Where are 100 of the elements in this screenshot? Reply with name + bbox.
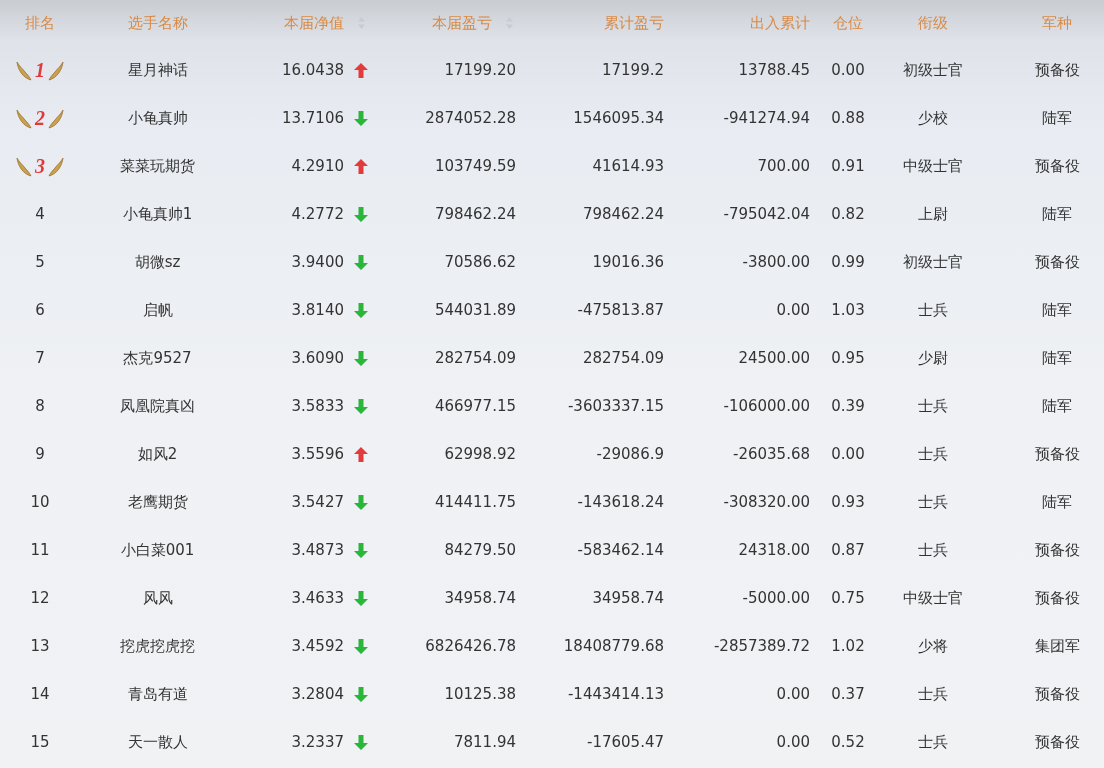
in-out-value: -26035.68 xyxy=(733,445,810,463)
branch-value: 预备役 xyxy=(1034,60,1080,80)
grade-value: 中级士官 xyxy=(903,588,963,608)
grade-value: 士兵 xyxy=(918,396,948,416)
position-value: 0.37 xyxy=(831,685,865,703)
grade-value: 初级士官 xyxy=(903,60,963,80)
position-value: 0.93 xyxy=(831,493,865,511)
total-profit-value: 34958.74 xyxy=(592,589,664,607)
net-value: 4.2910 xyxy=(291,157,344,175)
in-out-value: 24318.00 xyxy=(738,541,810,559)
position-value: 0.39 xyxy=(831,397,865,415)
net-value: 3.9400 xyxy=(291,253,344,271)
grade-value: 士兵 xyxy=(918,300,948,320)
player-name: 小龟真帅 xyxy=(127,108,188,128)
net-value: 3.4592 xyxy=(291,637,344,655)
profit-value: 414411.75 xyxy=(434,493,516,511)
in-out-value: -5000.00 xyxy=(742,589,810,607)
player-name: 凤凰院真凶 xyxy=(120,396,195,416)
branch-value: 预备役 xyxy=(1034,156,1080,176)
player-name: 天一散人 xyxy=(127,732,188,752)
rank-number: 11 xyxy=(30,541,50,559)
profit-value: 103749.59 xyxy=(434,157,516,175)
position-value: 0.95 xyxy=(831,349,865,367)
branch-value: 陆军 xyxy=(1042,396,1072,416)
profit-value: 466977.15 xyxy=(434,397,516,415)
in-out-value: 0.00 xyxy=(776,733,810,751)
total-profit-value: 798462.24 xyxy=(582,205,664,223)
player-name: 杰克9527 xyxy=(123,348,192,368)
in-out-value: -795042.04 xyxy=(723,205,810,223)
column-header: 衔级 xyxy=(918,13,948,33)
player-name: 小龟真帅1 xyxy=(122,204,193,224)
column-header: 选手名称 xyxy=(127,13,188,33)
position-value: 0.00 xyxy=(831,61,865,79)
grade-value: 士兵 xyxy=(918,540,948,560)
total-profit-value: 19016.36 xyxy=(592,253,664,271)
column-header: 仓位 xyxy=(833,13,863,33)
branch-value: 集团军 xyxy=(1034,636,1080,656)
grade-value: 士兵 xyxy=(918,684,948,704)
branch-value: 预备役 xyxy=(1034,444,1080,464)
column-header: 出入累计 xyxy=(750,13,810,33)
grade-value: 少将 xyxy=(918,636,948,656)
in-out-value: 700.00 xyxy=(757,157,810,175)
grade-value: 士兵 xyxy=(918,444,948,464)
column-header: 军种 xyxy=(1042,13,1072,33)
total-profit-value: 41614.93 xyxy=(592,157,664,175)
position-value: 0.99 xyxy=(831,253,865,271)
player-name: 青岛有道 xyxy=(127,684,188,704)
profit-value: 34958.74 xyxy=(444,589,516,607)
player-name: 老鹰期货 xyxy=(127,492,188,512)
rank-number: 7 xyxy=(35,349,45,367)
rank-number: 8 xyxy=(35,397,45,415)
branch-value: 预备役 xyxy=(1034,684,1080,704)
rank-number: 6 xyxy=(35,301,45,319)
column-header: 排名 xyxy=(25,13,55,33)
profit-value: 84279.50 xyxy=(444,541,516,559)
in-out-value: -106000.00 xyxy=(723,397,810,415)
rank-number: 9 xyxy=(35,445,45,463)
position-value: 1.03 xyxy=(831,301,865,319)
grade-value: 少校 xyxy=(918,108,948,128)
column-header: 本届净值 xyxy=(284,13,344,33)
total-profit-value: 18408779.68 xyxy=(563,637,664,655)
profit-value: 17199.20 xyxy=(444,61,516,79)
profit-value: 282754.09 xyxy=(434,349,516,367)
player-name: 启帆 xyxy=(142,300,173,320)
net-value: 3.4873 xyxy=(291,541,344,559)
position-value: 0.91 xyxy=(831,157,865,175)
rank-number: 10 xyxy=(30,493,50,511)
in-out-value: 13788.45 xyxy=(738,61,810,79)
total-profit-value: 17199.2 xyxy=(601,61,664,79)
rank-number: 13 xyxy=(30,637,50,655)
total-profit-value: -3603337.15 xyxy=(567,397,664,415)
total-profit-value: 282754.09 xyxy=(582,349,664,367)
rank-number: 1 xyxy=(35,58,45,82)
rank-number: 15 xyxy=(30,733,50,751)
grade-value: 上尉 xyxy=(918,204,948,224)
player-name: 如风2 xyxy=(137,444,178,464)
player-name: 挖虎挖虎挖 xyxy=(120,636,195,656)
player-name: 胡微sz xyxy=(134,252,181,272)
in-out-value: -3800.00 xyxy=(742,253,810,271)
total-profit-value: 1546095.34 xyxy=(573,109,664,127)
profit-value: 10125.38 xyxy=(444,685,516,703)
position-value: 0.87 xyxy=(831,541,865,559)
net-value: 3.4633 xyxy=(291,589,344,607)
branch-value: 陆军 xyxy=(1042,348,1072,368)
branch-value: 陆军 xyxy=(1042,204,1072,224)
total-profit-value: -1443414.13 xyxy=(567,685,664,703)
in-out-value: 24500.00 xyxy=(738,349,810,367)
in-out-value: 0.00 xyxy=(776,301,810,319)
position-value: 0.88 xyxy=(831,109,865,127)
player-name: 星月神话 xyxy=(127,60,188,80)
column-header: 本届盈亏 xyxy=(432,13,492,33)
column-header: 累计盈亏 xyxy=(604,13,664,33)
net-value: 13.7106 xyxy=(281,109,344,127)
rank-number: 2 xyxy=(35,106,45,130)
net-value: 3.5427 xyxy=(291,493,344,511)
profit-value: 62998.92 xyxy=(444,445,516,463)
rank-number: 5 xyxy=(35,253,45,271)
net-value: 3.5596 xyxy=(291,445,344,463)
rank-number: 12 xyxy=(30,589,50,607)
profit-value: 544031.89 xyxy=(434,301,516,319)
